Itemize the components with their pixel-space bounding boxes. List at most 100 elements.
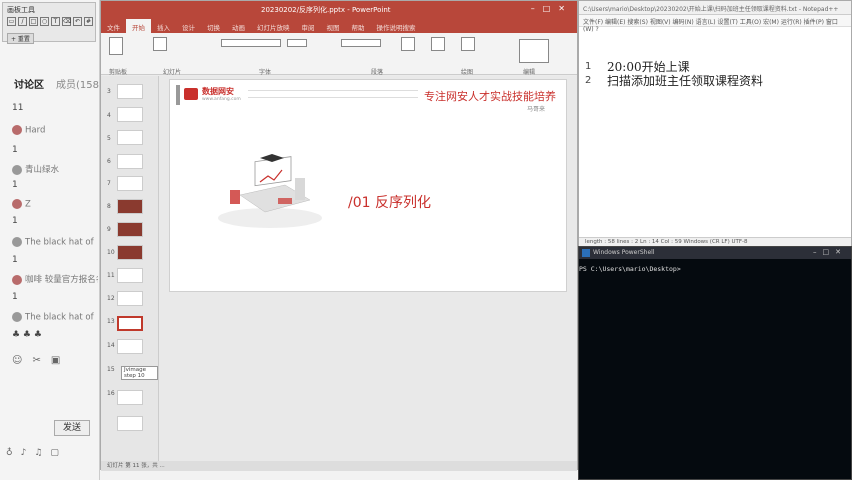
group-clipboard: 剪贴板 (109, 69, 128, 76)
window-controls[interactable]: –□✕ (531, 4, 573, 13)
slide[interactable]: 数据网安 www.anfang.com 专注网安人才实战技能培养 马哥来 /01… (169, 79, 567, 292)
powershell-icon (582, 249, 590, 257)
slide-thumbnail[interactable] (117, 222, 143, 237)
image-icon[interactable]: ▣ (51, 355, 60, 366)
mic-icon[interactable]: ♁ (6, 448, 13, 458)
powershell-title: Windows PowerShell (579, 247, 851, 259)
quick-styles-icon[interactable] (461, 37, 475, 51)
pen-icon[interactable]: / (18, 17, 27, 26)
avatar (12, 125, 22, 135)
shapes-icon[interactable] (401, 37, 415, 51)
slide-thumbnail[interactable] (117, 107, 143, 122)
ppt-title: 20230202/反序列化.pptx - PowerPoint (261, 6, 391, 14)
powerpoint-window: 20230202/反序列化.pptx - PowerPoint –□✕ 文件 开… (100, 0, 578, 471)
slide-number: 9 (107, 226, 111, 233)
music-icon[interactable]: ♫ (34, 448, 42, 458)
avatar (12, 274, 22, 285)
grid-icon[interactable]: # (84, 17, 93, 26)
slide-thumbnail[interactable] (117, 130, 143, 145)
avatar (12, 199, 22, 209)
header-divider (248, 90, 418, 98)
slide-thumbnail[interactable] (117, 154, 143, 169)
tab-discussion[interactable]: 讨论区 (14, 76, 44, 92)
message-text: 1 (12, 180, 18, 190)
rect-icon[interactable]: □ (29, 17, 38, 26)
new-slide-icon[interactable] (153, 37, 167, 51)
section-title: /01 反序列化 (348, 195, 431, 211)
slide-thumbnail[interactable] (117, 176, 143, 191)
slide-number: 4 (107, 112, 111, 119)
message-text: ♣ ♣ ♣ (12, 330, 42, 340)
arrange-icon[interactable] (431, 37, 445, 51)
message-user: Z (12, 199, 98, 210)
tab-transitions[interactable]: 切换 (201, 19, 226, 33)
slide-thumbnail[interactable] (117, 416, 143, 431)
group-font: 字体 (259, 69, 272, 76)
slide-number: 7 (107, 180, 111, 187)
window-controls[interactable]: –□✕ (813, 248, 847, 256)
reset-button[interactable]: + 重置 (7, 33, 34, 44)
powershell-prompt[interactable]: PS C:\Users\mario\Desktop> (579, 265, 681, 273)
tab-view[interactable]: 视图 (321, 19, 346, 33)
slide-thumbnail-selected[interactable] (117, 316, 143, 331)
tab-animations[interactable]: 动画 (226, 19, 251, 33)
tab-help[interactable]: 帮助 (346, 19, 371, 33)
tab-design[interactable]: 设计 (176, 19, 201, 33)
font-size-selector[interactable] (287, 39, 307, 47)
note-line[interactable]: 扫描添加班主任领取课程资料 (607, 72, 763, 89)
drawing-toolbar: 画板工具 ▭ / □ ○ T ⌫ ↶ # + 重置 (2, 2, 96, 44)
tab-slideshow[interactable]: 幻灯片放映 (251, 19, 296, 33)
slide-number: 10 (107, 249, 115, 256)
tell-me-search[interactable]: 操作说明搜索 (371, 19, 422, 33)
message-text: 1 (12, 216, 18, 226)
emoji-icon[interactable]: ☺ (12, 355, 22, 366)
message-text: 11 (12, 103, 24, 113)
list-controls[interactable] (341, 39, 381, 47)
notepad-title: C:\Users\mario\Desktop\20230202\开始上课\扫码加… (579, 1, 851, 15)
circle-icon[interactable]: ○ (40, 17, 49, 26)
slide-thumbnail[interactable] (117, 268, 143, 283)
message-user: The black hat of (12, 312, 98, 323)
slide-thumbnail[interactable] (117, 245, 143, 260)
slide-number: 5 (107, 135, 111, 142)
font-selector[interactable] (221, 39, 281, 47)
message-user: 青山绿水 (12, 163, 98, 175)
tool-icons: ▭ / □ ○ T ⌫ ↶ # (7, 17, 93, 26)
slide-number: 8 (107, 203, 111, 210)
editing-controls[interactable] (519, 39, 549, 63)
slide-number: 3 (107, 88, 111, 95)
ppt-titlebar: 20230202/反序列化.pptx - PowerPoint –□✕ (101, 1, 577, 19)
tab-insert[interactable]: 插入 (151, 19, 176, 33)
send-button[interactable]: 发送 (54, 420, 90, 436)
undo-icon[interactable]: ↶ (73, 17, 82, 26)
group-paragraph: 段落 (371, 69, 384, 76)
slide-thumbnails: 3 4 5 6 7 8 9 10 11 12 13 14 15 16 Jvima… (101, 76, 159, 461)
slide-thumbnail[interactable] (117, 291, 143, 306)
eraser-icon[interactable]: ⌫ (62, 17, 71, 26)
tab-home[interactable]: 开始 (126, 19, 151, 33)
slide-number: 13 (107, 318, 115, 325)
ribbon-tabs: 文件 开始 插入 设计 切换 动画 幻灯片放映 审阅 视图 帮助 操作说明搜索 (101, 19, 577, 33)
slide-thumbnail[interactable] (117, 339, 143, 354)
notepad-menu[interactable]: 文件(F) 编辑(E) 搜索(S) 视图(V) 编码(N) 语言(L) 设置(T… (579, 15, 851, 33)
camera-icon[interactable]: ▢ (50, 448, 59, 458)
powershell-window: Windows PowerShell –□✕ PS C:\Users\mario… (578, 246, 852, 480)
sound-icon[interactable]: ♪ (21, 448, 27, 458)
text-icon[interactable]: T (51, 17, 60, 26)
tab-file[interactable]: 文件 (101, 19, 126, 33)
logo-bar (176, 85, 180, 105)
avatar (12, 164, 22, 175)
ppt-statusbar: 幻灯片 第 11 张，共 ... (101, 461, 577, 471)
slide-thumbnail[interactable] (117, 390, 143, 405)
avatar (12, 312, 22, 322)
avatar (12, 237, 22, 247)
scissors-icon[interactable]: ✂ (32, 355, 40, 366)
select-icon[interactable]: ▭ (7, 17, 16, 26)
paste-icon[interactable] (109, 37, 123, 55)
tab-members[interactable]: 成员(158 (56, 76, 99, 92)
tab-review[interactable]: 审阅 (296, 19, 321, 33)
slide-number: 6 (107, 158, 111, 165)
slide-thumbnail[interactable] (117, 84, 143, 99)
chat-tools: ☺ ✂ ▣ (12, 355, 60, 366)
slide-thumbnail[interactable] (117, 199, 143, 214)
